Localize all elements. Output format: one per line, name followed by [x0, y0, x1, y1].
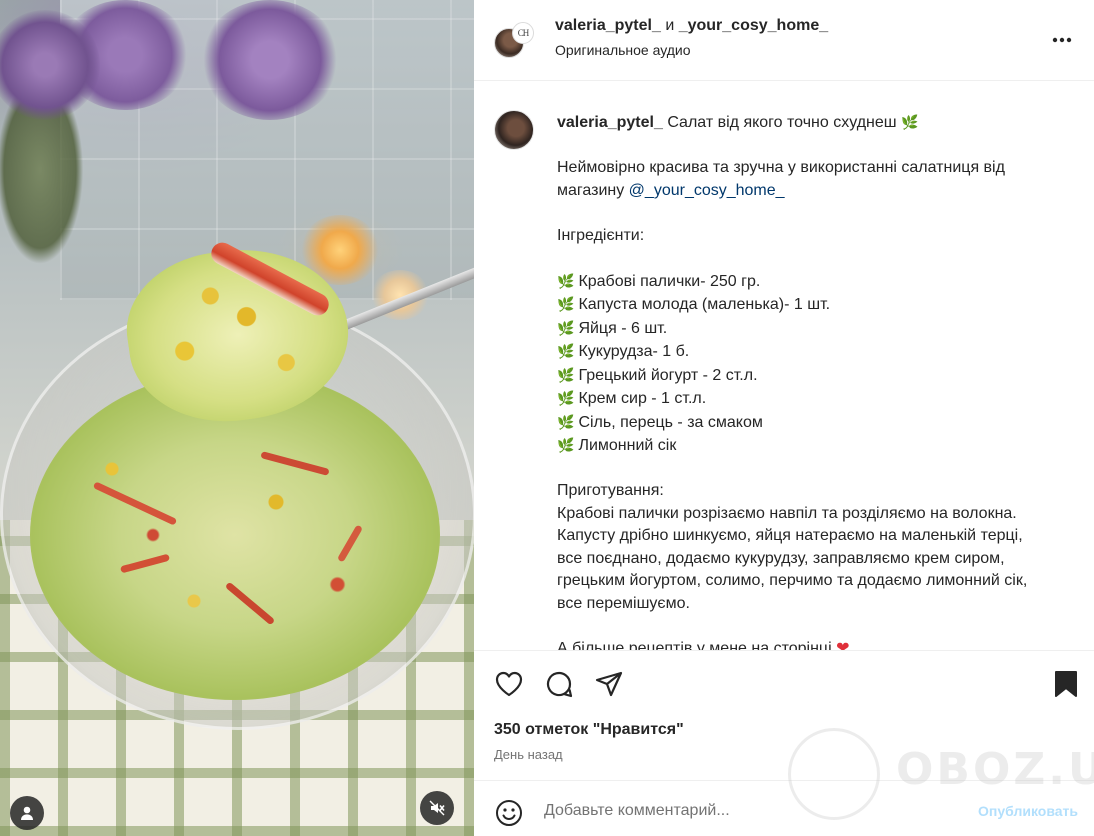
brand-avatar[interactable]: CH	[512, 22, 534, 44]
comment-bubble-icon	[546, 671, 573, 698]
ingredient-text: Грецький йогурт - 2 ст.л.	[578, 366, 758, 384]
herb-leaf-emoji-icon: 🌿	[557, 319, 575, 336]
prep-line: все перемішуємо.	[557, 594, 690, 612]
ingredients-heading: Інгредієнти:	[557, 226, 645, 244]
red-heart-emoji-icon: ❤	[836, 639, 850, 651]
heart-outline-icon	[495, 671, 523, 697]
tagged-users-button[interactable]	[10, 796, 44, 830]
post-header: CH valeria_pytel_ и _your_cosy_home_ Ори…	[474, 0, 1094, 81]
post-timestamp[interactable]: День назад	[494, 747, 563, 762]
like-button[interactable]	[494, 669, 524, 699]
more-horizontal-icon	[1052, 37, 1072, 43]
smiley-icon	[496, 800, 522, 826]
username-link[interactable]: _your_cosy_home_	[679, 17, 828, 34]
ingredient-item: 🌿 Грецький йогурт - 2 ст.л.	[557, 364, 1077, 388]
mute-toggle-button[interactable]	[420, 791, 454, 825]
ingredient-text: Яйця - 6 шт.	[578, 319, 668, 337]
herb-leaf-emoji-icon: 🌿	[557, 413, 575, 430]
save-button[interactable]	[1051, 669, 1081, 699]
ingredient-text: Сіль, перець - за смаком	[578, 413, 763, 431]
ingredient-text: Лимонний сік	[578, 437, 677, 454]
herb-leaf-emoji-icon: 🌿	[557, 296, 575, 312]
paper-plane-icon	[595, 671, 623, 697]
post-side-panel: CH valeria_pytel_ и _your_cosy_home_ Ори…	[474, 0, 1094, 836]
collab-avatars[interactable]: CH	[494, 22, 534, 62]
comment-input[interactable]	[544, 797, 944, 825]
post-comment-button[interactable]: Опубликовать	[978, 803, 1078, 819]
ingredient-item: 🌿 Сіль, перець - за смаком	[557, 411, 1077, 435]
speaker-muted-icon	[429, 800, 445, 816]
caption-intro-prefix: магазину	[557, 181, 625, 199]
herb-leaf-emoji-icon: 🌿	[557, 437, 575, 453]
emoji-picker-button[interactable]	[494, 798, 524, 828]
share-button[interactable]	[594, 669, 624, 699]
more-options-button[interactable]	[1050, 28, 1074, 52]
herb-leaf-emoji-icon: 🌿	[557, 272, 575, 289]
outro-text: А більше рецептів у мене на сторінці	[557, 639, 832, 651]
prep-steps: Крабові палички розрізаємо навпіл та роз…	[557, 503, 1077, 616]
caption-text: valeria_pytel_ Салат від якого точно сху…	[557, 111, 1077, 650]
ingredient-item: 🌿 Крабові палички- 250 гр.	[557, 270, 1077, 294]
caption-title-line: valeria_pytel_ Салат від якого точно сху…	[557, 111, 1077, 135]
prep-line: Капусту дрібно шинкуємо, яйця натераємо …	[557, 527, 1023, 544]
ingredient-item: 🌿 Лимонний сік	[557, 434, 1077, 458]
audio-label[interactable]: Оригинальное аудио	[555, 42, 691, 58]
comment-button[interactable]	[544, 669, 574, 699]
caption-area: valeria_pytel_ Салат від якого точно сху…	[474, 81, 1094, 650]
avatar[interactable]	[494, 110, 534, 150]
caption-intro-2: магазину @_your_cosy_home_	[557, 180, 1077, 203]
prep-line: грецьким йогуртом, солимо, перчимо та до…	[557, 572, 1028, 589]
ingredient-item: 🌿 Кукурудза- 1 б.	[557, 340, 1077, 364]
action-bar: 350 отметок "Нравится" День назад	[474, 650, 1094, 780]
caption-outro: А більше рецептів у мене на сторінці ❤	[557, 638, 1077, 651]
ingredient-text: Крем сир - 1 ст.л.	[578, 390, 707, 407]
ingredient-text: Крабові палички- 250 гр.	[578, 272, 761, 290]
collab-separator: и	[665, 17, 675, 34]
prep-line: все поєднано, додаємо кукурудзу, заправл…	[557, 549, 1005, 567]
ingredients-list: 🌿 Крабові палички- 250 гр. 🌿 Капуста молода…	[557, 270, 1077, 458]
mention-link[interactable]: @_your_cosy_home_	[629, 182, 785, 199]
lilac-flower	[200, 0, 340, 120]
username-link[interactable]: valeria_pytel_	[555, 17, 661, 34]
herb-leaf-emoji-icon: 🌿	[901, 114, 919, 130]
herb-leaf-emoji-icon: 🌿	[557, 343, 575, 359]
comment-bar: Опубликовать	[474, 780, 1094, 836]
bookmark-filled-icon	[1055, 671, 1077, 697]
person-icon	[21, 806, 33, 820]
caption-intro: Неймовірно красива та зручна у використа…	[557, 159, 1005, 176]
herb-leaf-emoji-icon: 🌿	[557, 390, 575, 406]
ingredient-text: Кукурудза- 1 б.	[578, 343, 690, 360]
herb-leaf-emoji-icon: 🌿	[557, 366, 575, 383]
brand-monogram: CH	[517, 28, 529, 38]
ingredient-item: 🌿 Капуста молода (маленька)- 1 шт.	[557, 293, 1077, 317]
collab-usernames: valeria_pytel_ и _your_cosy_home_	[555, 17, 828, 35]
likes-count[interactable]: 350 отметок "Нравится"	[494, 721, 684, 739]
prep-line: Крабові палички розрізаємо навпіл та роз…	[557, 504, 1017, 522]
ingredient-item: 🌿 Крем сир - 1 ст.л.	[557, 387, 1077, 411]
prep-heading: Приготування:	[557, 482, 664, 499]
post-media[interactable]	[0, 0, 474, 836]
ingredient-text: Капуста молода (маленька)- 1 шт.	[578, 296, 831, 313]
ingredient-item: 🌿 Яйця - 6 шт.	[557, 317, 1077, 341]
caption-username[interactable]: valeria_pytel_	[557, 114, 663, 131]
caption-title: Салат від якого точно схуднеш	[667, 114, 897, 131]
